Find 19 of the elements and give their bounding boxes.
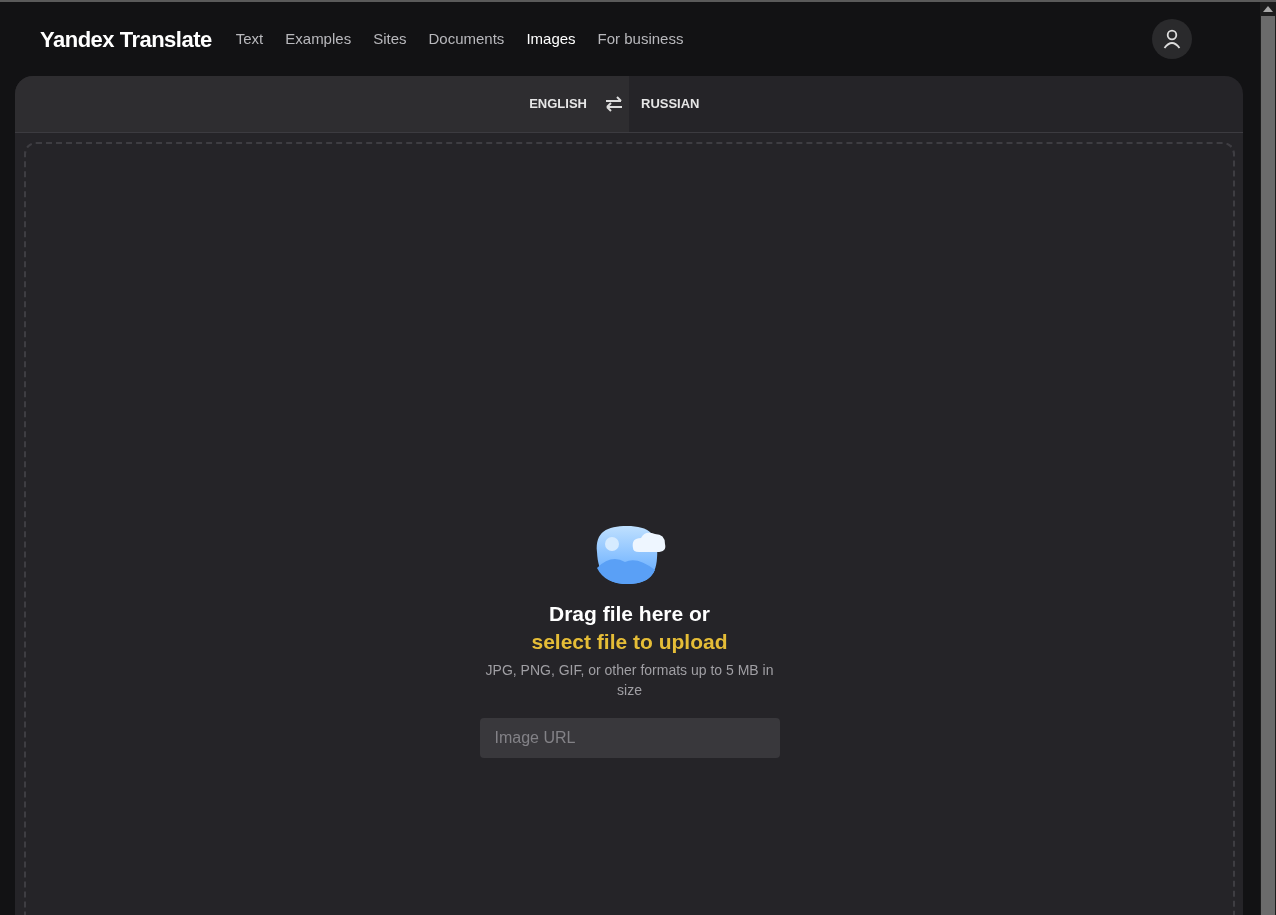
nav-link[interactable]: Examples	[285, 27, 352, 51]
user-button[interactable]	[1152, 19, 1192, 59]
nav-link[interactable]: Documents	[428, 27, 505, 51]
source-language-button[interactable]: ENGLISH	[517, 94, 599, 114]
nav-link[interactable]: Text	[235, 27, 264, 51]
target-language-button[interactable]: RUSSIAN	[629, 94, 712, 114]
format-hint: JPG, PNG, GIF, or other formats up to 5 MB in size	[484, 661, 775, 700]
scroll-up-icon[interactable]	[1263, 6, 1273, 12]
nav-link[interactable]: Sites	[373, 27, 407, 51]
user-icon	[1163, 29, 1181, 49]
image-url-field[interactable]: Image URL	[479, 718, 780, 758]
nav-link[interactable]: For business	[597, 27, 684, 51]
nav-link[interactable]: Images	[526, 27, 576, 51]
logo: Yandex Translate	[40, 25, 212, 54]
upload-heading: Drag file here or select file to upload	[530, 601, 729, 655]
scrollbar[interactable]	[1260, 2, 1276, 915]
swap-icon	[605, 96, 623, 112]
select-file-link[interactable]: select file to upload	[531, 630, 728, 653]
drop-zone[interactable]: Drag file here or select file to upload JPG, PNG, GIF, or other formats up to 5 MB in size Image URL	[24, 142, 1235, 915]
